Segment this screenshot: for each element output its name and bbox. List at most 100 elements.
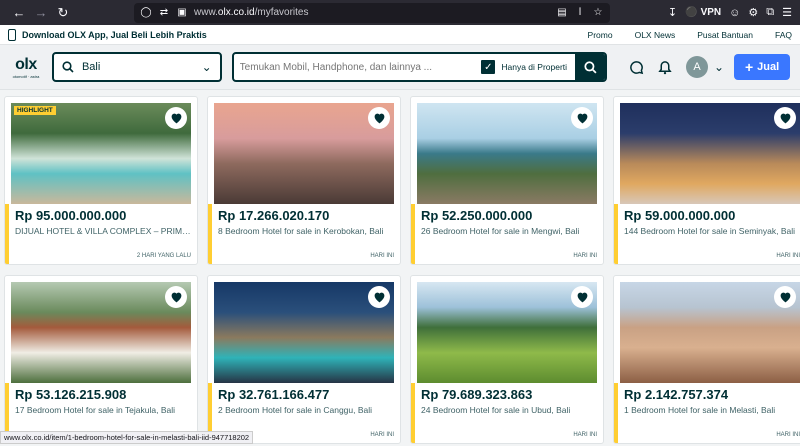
- olx-news-link[interactable]: OLX News: [635, 30, 676, 40]
- listing-title: 17 Bedroom Hotel for sale in Tejakula, B…: [15, 405, 176, 415]
- listing-photo[interactable]: [620, 103, 800, 204]
- listing-photo[interactable]: [11, 282, 191, 383]
- listing-price: Rp 53.126.215.908: [15, 387, 127, 402]
- listing-info: Rp 59.000.000.000 144 Bedroom Hotel for s…: [614, 204, 800, 264]
- listing-card[interactable]: Rp 52.250.000.000 26 Bedroom Hotel for sa…: [410, 96, 604, 265]
- phone-icon: [8, 28, 16, 41]
- listing-card[interactable]: Rp 79.689.323.863 24 Bedroom Hotel for sa…: [410, 275, 604, 444]
- search-button[interactable]: [575, 54, 606, 80]
- listing-title: 26 Bedroom Hotel for sale in Mengwi, Bal…: [421, 226, 580, 236]
- listing-card[interactable]: Rp 2.142.757.374 1 Bedroom Hotel for sale…: [613, 275, 800, 444]
- site-header: olx otomotif · astra Bali ⌄ ✓ Hanya di P…: [0, 45, 800, 90]
- search-input[interactable]: [233, 61, 482, 73]
- location-value: Bali: [81, 61, 101, 73]
- faq-link[interactable]: FAQ: [775, 30, 792, 40]
- listing-card[interactable]: Rp 59.000.000.000 144 Bedroom Hotel for s…: [613, 96, 800, 265]
- listing-photo[interactable]: HIGHLIGHT: [11, 103, 191, 204]
- listing-title: 144 Bedroom Hotel for sale in Seminyak, …: [624, 226, 796, 236]
- lock-icon[interactable]: ▣: [176, 7, 188, 18]
- favorite-heart-icon[interactable]: [165, 286, 187, 308]
- listing-title: 2 Bedroom Hotel for sale in Canggu, Bali: [218, 405, 373, 415]
- listing-card[interactable]: HIGHLIGHT Rp 95.000.000.000 DIJUAL HOTEL &…: [4, 96, 198, 265]
- listing-card[interactable]: Rp 53.126.215.908 17 Bedroom Hotel for sa…: [4, 275, 198, 444]
- url-prefix: www.: [194, 7, 218, 18]
- listing-card[interactable]: Rp 17.266.020.170 8 Bedroom Hotel for sal…: [207, 96, 401, 265]
- search-icon: [62, 61, 74, 73]
- vpn-icon: ⚫: [685, 7, 698, 18]
- downloads-icon[interactable]: ↧: [668, 6, 677, 19]
- favorite-heart-icon[interactable]: [571, 107, 593, 129]
- listing-price: Rp 95.000.000.000: [15, 208, 127, 223]
- bookmark-star-icon[interactable]: ☆: [592, 7, 604, 18]
- listing-info: Rp 95.000.000.000 DIJUAL HOTEL & VILLA CO…: [5, 204, 197, 264]
- listing-card[interactable]: Rp 32.761.166.477 2 Bedroom Hotel for sal…: [207, 275, 401, 444]
- reload-button[interactable]: ↻: [52, 2, 74, 24]
- reader-view-icon[interactable]: ▤: [556, 7, 568, 18]
- listing-date: 2 HARI YANG LALU: [136, 253, 191, 259]
- extensions-icon[interactable]: ⚙: [748, 6, 758, 19]
- forward-button[interactable]: →: [30, 2, 52, 24]
- favorite-heart-icon[interactable]: [165, 107, 187, 129]
- listing-date: HARI INI: [573, 432, 597, 438]
- listing-title: 24 Bedroom Hotel for sale in Ubud, Bali: [421, 405, 571, 415]
- listing-title: 1 Bedroom Hotel for sale in Melasti, Bal…: [624, 405, 776, 415]
- favorite-heart-icon[interactable]: [368, 286, 390, 308]
- download-app-text: Download OLX App, Jual Beli Lebih Prakti…: [22, 29, 207, 40]
- listing-title: DIJUAL HOTEL & VILLA COMPLEX – PRIME LOC…: [15, 226, 191, 236]
- chat-icon[interactable]: [629, 60, 644, 75]
- listing-photo[interactable]: [214, 282, 394, 383]
- listing-date: HARI INI: [370, 432, 394, 438]
- notification-bell-icon[interactable]: [658, 60, 672, 75]
- menu-icon[interactable]: ☰: [782, 6, 792, 19]
- favorite-heart-icon[interactable]: [774, 107, 796, 129]
- listing-date: HARI INI: [573, 253, 597, 259]
- listing-photo[interactable]: [620, 282, 800, 383]
- avatar[interactable]: A: [686, 56, 709, 78]
- favorite-heart-icon[interactable]: [774, 286, 796, 308]
- favorite-heart-icon[interactable]: [571, 286, 593, 308]
- address-bar[interactable]: ◯ ⇄ ▣ www.olx.co.id/myfavorites ▤ ا ☆: [134, 2, 610, 23]
- permissions-icon[interactable]: ⇄: [158, 7, 170, 18]
- sell-label: Jual: [757, 61, 780, 73]
- logo-subtitle: otomotif · astra: [12, 73, 40, 79]
- shield-icon[interactable]: ◯: [140, 7, 152, 18]
- listing-info: Rp 17.266.020.170 8 Bedroom Hotel for sal…: [208, 204, 400, 264]
- property-only-label: Hanya di Properti: [501, 62, 568, 72]
- vpn-label: VPN: [700, 7, 722, 18]
- translate-icon[interactable]: ا: [574, 7, 586, 18]
- property-only-filter[interactable]: ✓ Hanya di Properti: [481, 60, 575, 74]
- listing-info: Rp 2.142.757.374 1 Bedroom Hotel for sale…: [614, 383, 800, 443]
- listing-photo[interactable]: [417, 103, 597, 204]
- logo-text: olx: [15, 55, 37, 73]
- favorites-grid: HIGHLIGHT Rp 95.000.000.000 DIJUAL HOTEL &…: [0, 96, 800, 444]
- url-path: /myfavorites: [254, 7, 309, 18]
- highlight-badge: HIGHLIGHT: [14, 106, 56, 115]
- promo-link[interactable]: Promo: [588, 30, 613, 40]
- listing-date: HARI INI: [776, 432, 800, 438]
- browser-toolbar: ← → ↻ ◯ ⇄ ▣ www.olx.co.id/myfavorites ▤ …: [0, 0, 800, 25]
- listing-price: Rp 2.142.757.374: [624, 387, 729, 402]
- listing-price: Rp 17.266.020.170: [218, 208, 330, 223]
- listing-photo[interactable]: [417, 282, 597, 383]
- status-link-preview: www.olx.co.id/item/1-bedroom-hotel-for-s…: [0, 431, 254, 444]
- checkbox-checked-icon[interactable]: ✓: [481, 60, 496, 74]
- listing-price: Rp 52.250.000.000: [421, 208, 533, 223]
- search-icon: [583, 60, 597, 74]
- back-button[interactable]: ←: [8, 2, 30, 24]
- account-icon[interactable]: ☺: [729, 7, 740, 19]
- listing-date: HARI INI: [776, 253, 800, 259]
- location-selector[interactable]: Bali ⌄: [51, 52, 222, 82]
- download-app-link[interactable]: Download OLX App, Jual Beli Lebih Prakti…: [8, 28, 207, 41]
- chevron-down-icon[interactable]: ⌄: [714, 60, 724, 74]
- listing-price: Rp 79.689.323.863: [421, 387, 533, 402]
- listing-info: Rp 52.250.000.000 26 Bedroom Hotel for sa…: [411, 204, 603, 264]
- share-icon[interactable]: ⧉: [766, 6, 774, 19]
- olx-logo[interactable]: olx otomotif · astra: [10, 54, 42, 80]
- sell-button[interactable]: + Jual: [734, 54, 790, 80]
- help-center-link[interactable]: Pusat Bantuan: [697, 30, 753, 40]
- listing-info: Rp 79.689.323.863 24 Bedroom Hotel for sa…: [411, 383, 603, 443]
- listing-photo[interactable]: [214, 103, 394, 204]
- vpn-button[interactable]: ⚫ VPN: [685, 7, 721, 18]
- url-text[interactable]: www.olx.co.id/myfavorites: [194, 7, 550, 18]
- favorite-heart-icon[interactable]: [368, 107, 390, 129]
